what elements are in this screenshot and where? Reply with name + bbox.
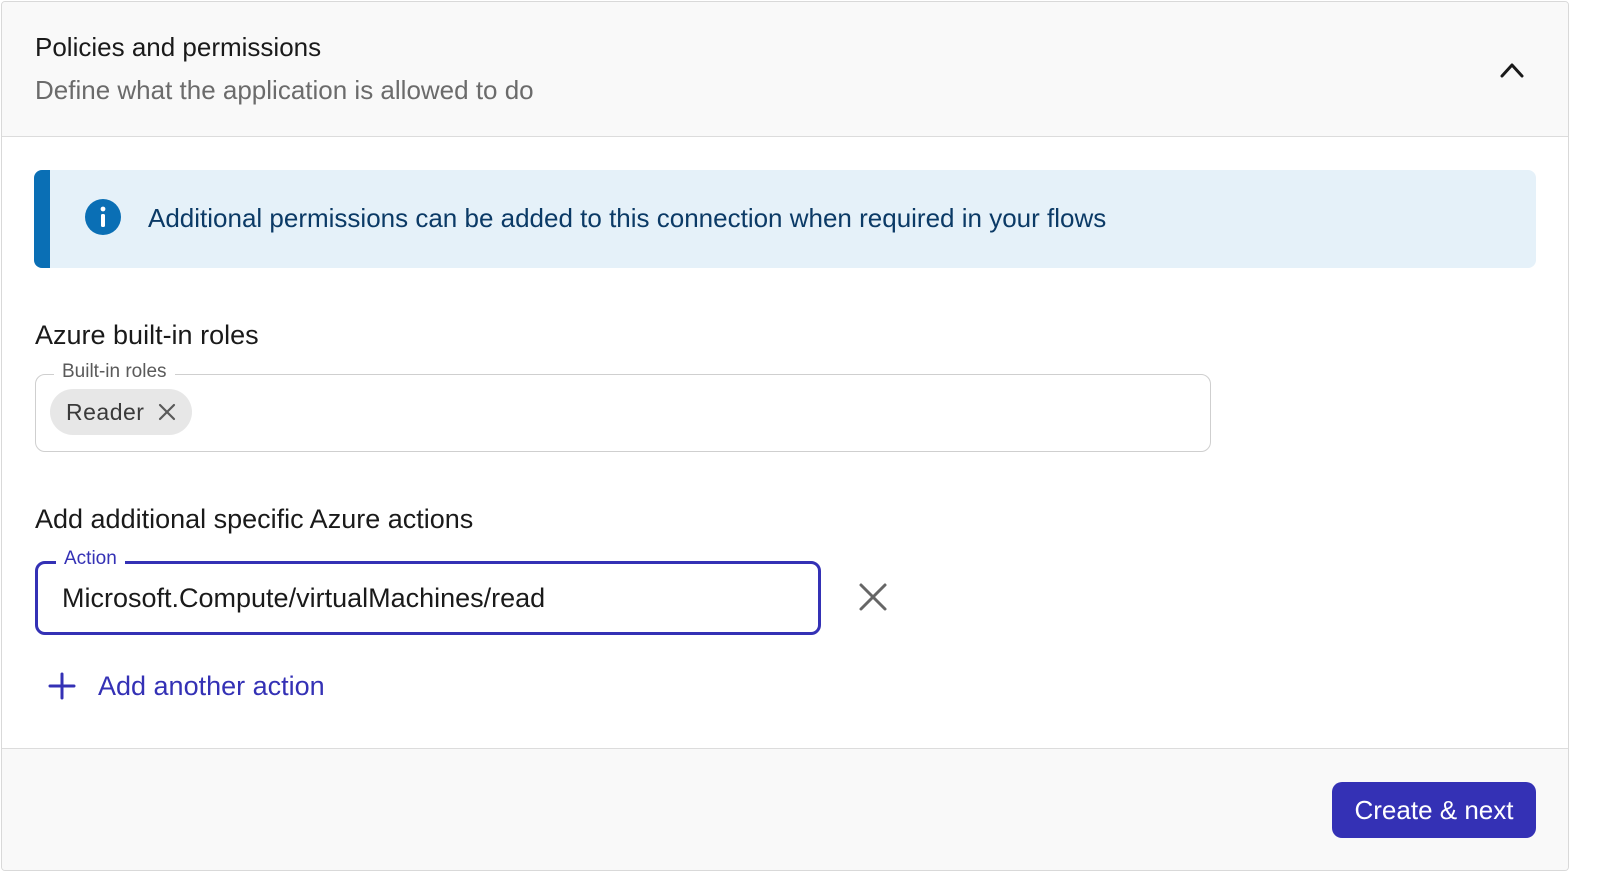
actions-heading: Add additional specific Azure actions bbox=[35, 504, 474, 534]
collapse-button[interactable] bbox=[1492, 52, 1532, 88]
builtin-roles-heading: Azure built-in roles bbox=[35, 320, 259, 350]
remove-action-button[interactable] bbox=[854, 578, 892, 616]
info-banner: Additional permissions can be added to t… bbox=[34, 170, 1536, 268]
info-banner-accent bbox=[34, 170, 50, 268]
action-field: Action bbox=[35, 548, 821, 635]
role-chip-label: Reader bbox=[66, 398, 145, 425]
section-subtitle: Define what the application is allowed t… bbox=[35, 75, 534, 105]
close-icon bbox=[859, 583, 887, 611]
section-header[interactable]: Policies and permissions Define what the… bbox=[2, 2, 1568, 137]
builtin-roles-select[interactable]: Built-in roles Reader bbox=[35, 361, 1211, 452]
close-icon[interactable] bbox=[156, 401, 178, 423]
add-another-action-label: Add another action bbox=[98, 670, 325, 701]
action-input[interactable] bbox=[62, 564, 802, 632]
chevron-up-icon bbox=[1500, 63, 1524, 78]
info-banner-text: Additional permissions can be added to t… bbox=[148, 203, 1107, 233]
role-chip-reader: Reader bbox=[50, 389, 193, 435]
section-title: Policies and permissions bbox=[35, 32, 322, 62]
footer: Create & next bbox=[2, 748, 1568, 870]
plus-icon bbox=[48, 672, 76, 700]
info-icon bbox=[85, 199, 121, 235]
add-another-action-button[interactable]: Add another action bbox=[46, 666, 325, 706]
builtin-roles-label: Built-in roles bbox=[54, 361, 175, 383]
policies-card: Policies and permissions Define what the… bbox=[1, 1, 1569, 871]
create-next-button[interactable]: Create & next bbox=[1332, 782, 1536, 838]
